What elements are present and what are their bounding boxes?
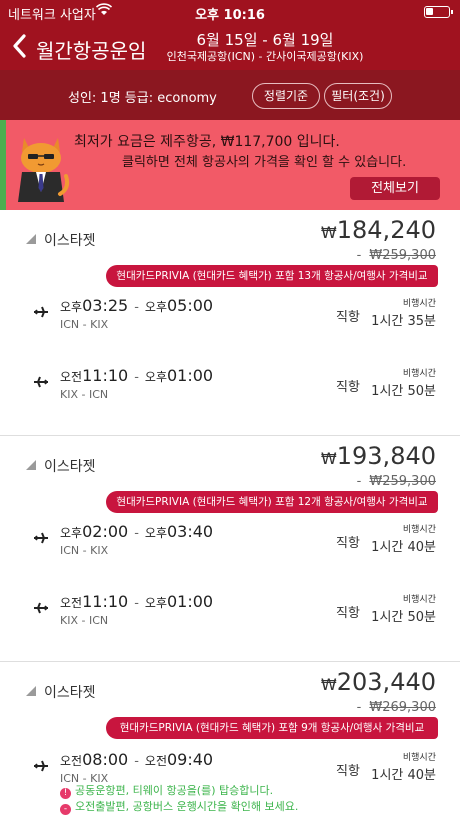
flight-segment-return: 오전11:10- 오후01:00 KIX - ICN 직항 비행시간 1시간 50… <box>0 366 460 406</box>
plane-return-icon <box>33 600 49 620</box>
info-icon: - <box>60 804 71 815</box>
flight-times: 오전11:10- 오후01:00 <box>60 366 214 385</box>
route-label: 인천국제공항(ICN) - 간사이국제공항(KIX) <box>166 50 364 63</box>
flight-times: 오전11:10- 오후01:00 <box>60 592 214 611</box>
flight-segment-return: 오전11:10- 오후01:00 KIX - ICN 직항 비행시간 1시간 50… <box>0 592 460 632</box>
airport-codes: KIX - ICN <box>60 388 109 401</box>
nav-bar: 월간항공운임 6월 15일 - 6월 19일 인천국제공항(ICN) - 간사이… <box>0 24 460 70</box>
filter-button[interactable]: 필터(조건) <box>324 83 392 109</box>
note-morning-departure: - 오전출발편, 공항버스 운행시간을 확인해 보세요. <box>60 798 298 815</box>
status-time: 오후 10:16 <box>195 8 265 23</box>
flight-type: 직항 <box>336 380 360 395</box>
page-title[interactable]: 월간항공운임 <box>36 35 146 64</box>
airline-name: 이스타젯 <box>44 685 96 701</box>
airline-logo-icon <box>26 686 36 696</box>
airline-name: 이스타젯 <box>44 233 96 249</box>
flight-notes: ! 공동운항편, 티웨이 항공을(를) 탑승합니다. - 오전출발편, 공항버스 운… <box>60 782 298 815</box>
duration-label: 비행시간 <box>402 369 436 379</box>
flight-type: 직항 <box>336 764 360 779</box>
flight-card[interactable]: 이스타젯 ₩184,240 - ₩259,300 현대카드PRIVIA (현대카드… <box>0 210 460 436</box>
price: ₩193,840 <box>320 442 436 470</box>
view-all-button[interactable]: 전체보기 <box>350 177 440 200</box>
duration-label: 비행시간 <box>402 525 436 535</box>
plane-return-icon <box>33 374 49 394</box>
battery-icon <box>424 6 453 18</box>
plane-departure-icon <box>33 758 49 778</box>
flight-times: 오후02:00- 오후03:40 <box>60 522 214 541</box>
sort-button[interactable]: 정렬기준 <box>252 83 320 109</box>
original-price: - ₩259,300 <box>356 474 436 489</box>
flight-segment-outbound: 오후02:00- 오후03:40 ICN - KIX 직항 비행시간 1시간 40… <box>0 522 460 562</box>
back-chevron-icon[interactable] <box>10 32 34 60</box>
filter-bar: 성인: 1명 등급: economy 정렬기준 필터(조건) <box>0 70 460 120</box>
flight-card[interactable]: 이스타젯 ₩203,440 - ₩269,300 현대카드PRIVIA (현대카드… <box>0 662 460 818</box>
flight-duration: 1시간 40분 <box>371 540 436 555</box>
duration-label: 비행시간 <box>402 595 436 605</box>
card-comparison-banner[interactable]: 현대카드PRIVIA (현대카드 혜택가) 포함 13개 항공사/여행사 가격비… <box>106 265 438 287</box>
status-bar: 네트워크 사업자 오후 10:16 <box>0 0 460 24</box>
original-price: - ₩259,300 <box>356 248 436 263</box>
flight-type: 직항 <box>336 310 360 325</box>
cat-mascot-icon <box>14 132 70 210</box>
card-comparison-banner[interactable]: 현대카드PRIVIA (현대카드 혜택가) 포함 9개 항공사/여행사 가격비교 <box>106 717 438 739</box>
airline-logo-icon <box>26 460 36 470</box>
plane-departure-icon <box>33 530 49 550</box>
flight-card[interactable]: 이스타젯 ₩193,840 - ₩259,300 현대카드PRIVIA (현대카드… <box>0 436 460 662</box>
flight-duration: 1시간 50분 <box>371 610 436 625</box>
passenger-class-info: 성인: 1명 등급: economy <box>68 91 217 106</box>
flight-times: 오후03:25- 오후05:00 <box>60 296 214 315</box>
card-comparison-banner[interactable]: 현대카드PRIVIA (현대카드 혜택가) 포함 12개 항공사/여행사 가격비… <box>106 491 438 513</box>
promo-line-2: 클릭하면 전체 항공사의 가격을 확인 할 수 있습니다. <box>122 155 407 170</box>
price: ₩184,240 <box>320 216 436 244</box>
plane-departure-icon <box>33 304 49 324</box>
flight-duration: 1시간 50분 <box>371 384 436 399</box>
airport-codes: ICN - KIX <box>60 544 109 557</box>
lowest-fare-promo[interactable]: 최저가 요금은 제주항공, ₩117,700 입니다. 클릭하면 전체 항공사의… <box>0 120 460 210</box>
promo-line-1: 최저가 요금은 제주항공, ₩117,700 입니다. <box>74 134 340 150</box>
flight-type: 직항 <box>336 536 360 551</box>
price: ₩203,440 <box>320 668 436 696</box>
travel-dates: 6월 15일 - 6월 19일 <box>196 31 334 49</box>
flight-times: 오전08:00- 오전09:40 <box>60 750 214 769</box>
flight-duration: 1시간 40분 <box>371 768 436 783</box>
airline-logo-icon <box>26 234 36 244</box>
airport-codes: KIX - ICN <box>60 614 109 627</box>
flight-type: 직항 <box>336 606 360 621</box>
flight-duration: 1시간 35분 <box>371 314 436 329</box>
note-codeshare: ! 공동운항편, 티웨이 항공을(를) 탑승합니다. <box>60 782 298 799</box>
duration-label: 비행시간 <box>402 753 436 763</box>
original-price: - ₩269,300 <box>356 700 436 715</box>
duration-label: 비행시간 <box>402 299 436 309</box>
airline-name: 이스타젯 <box>44 459 96 475</box>
airport-codes: ICN - KIX <box>60 318 109 331</box>
flight-segment-outbound: 오후03:25- 오후05:00 ICN - KIX 직항 비행시간 1시간 35… <box>0 296 460 336</box>
